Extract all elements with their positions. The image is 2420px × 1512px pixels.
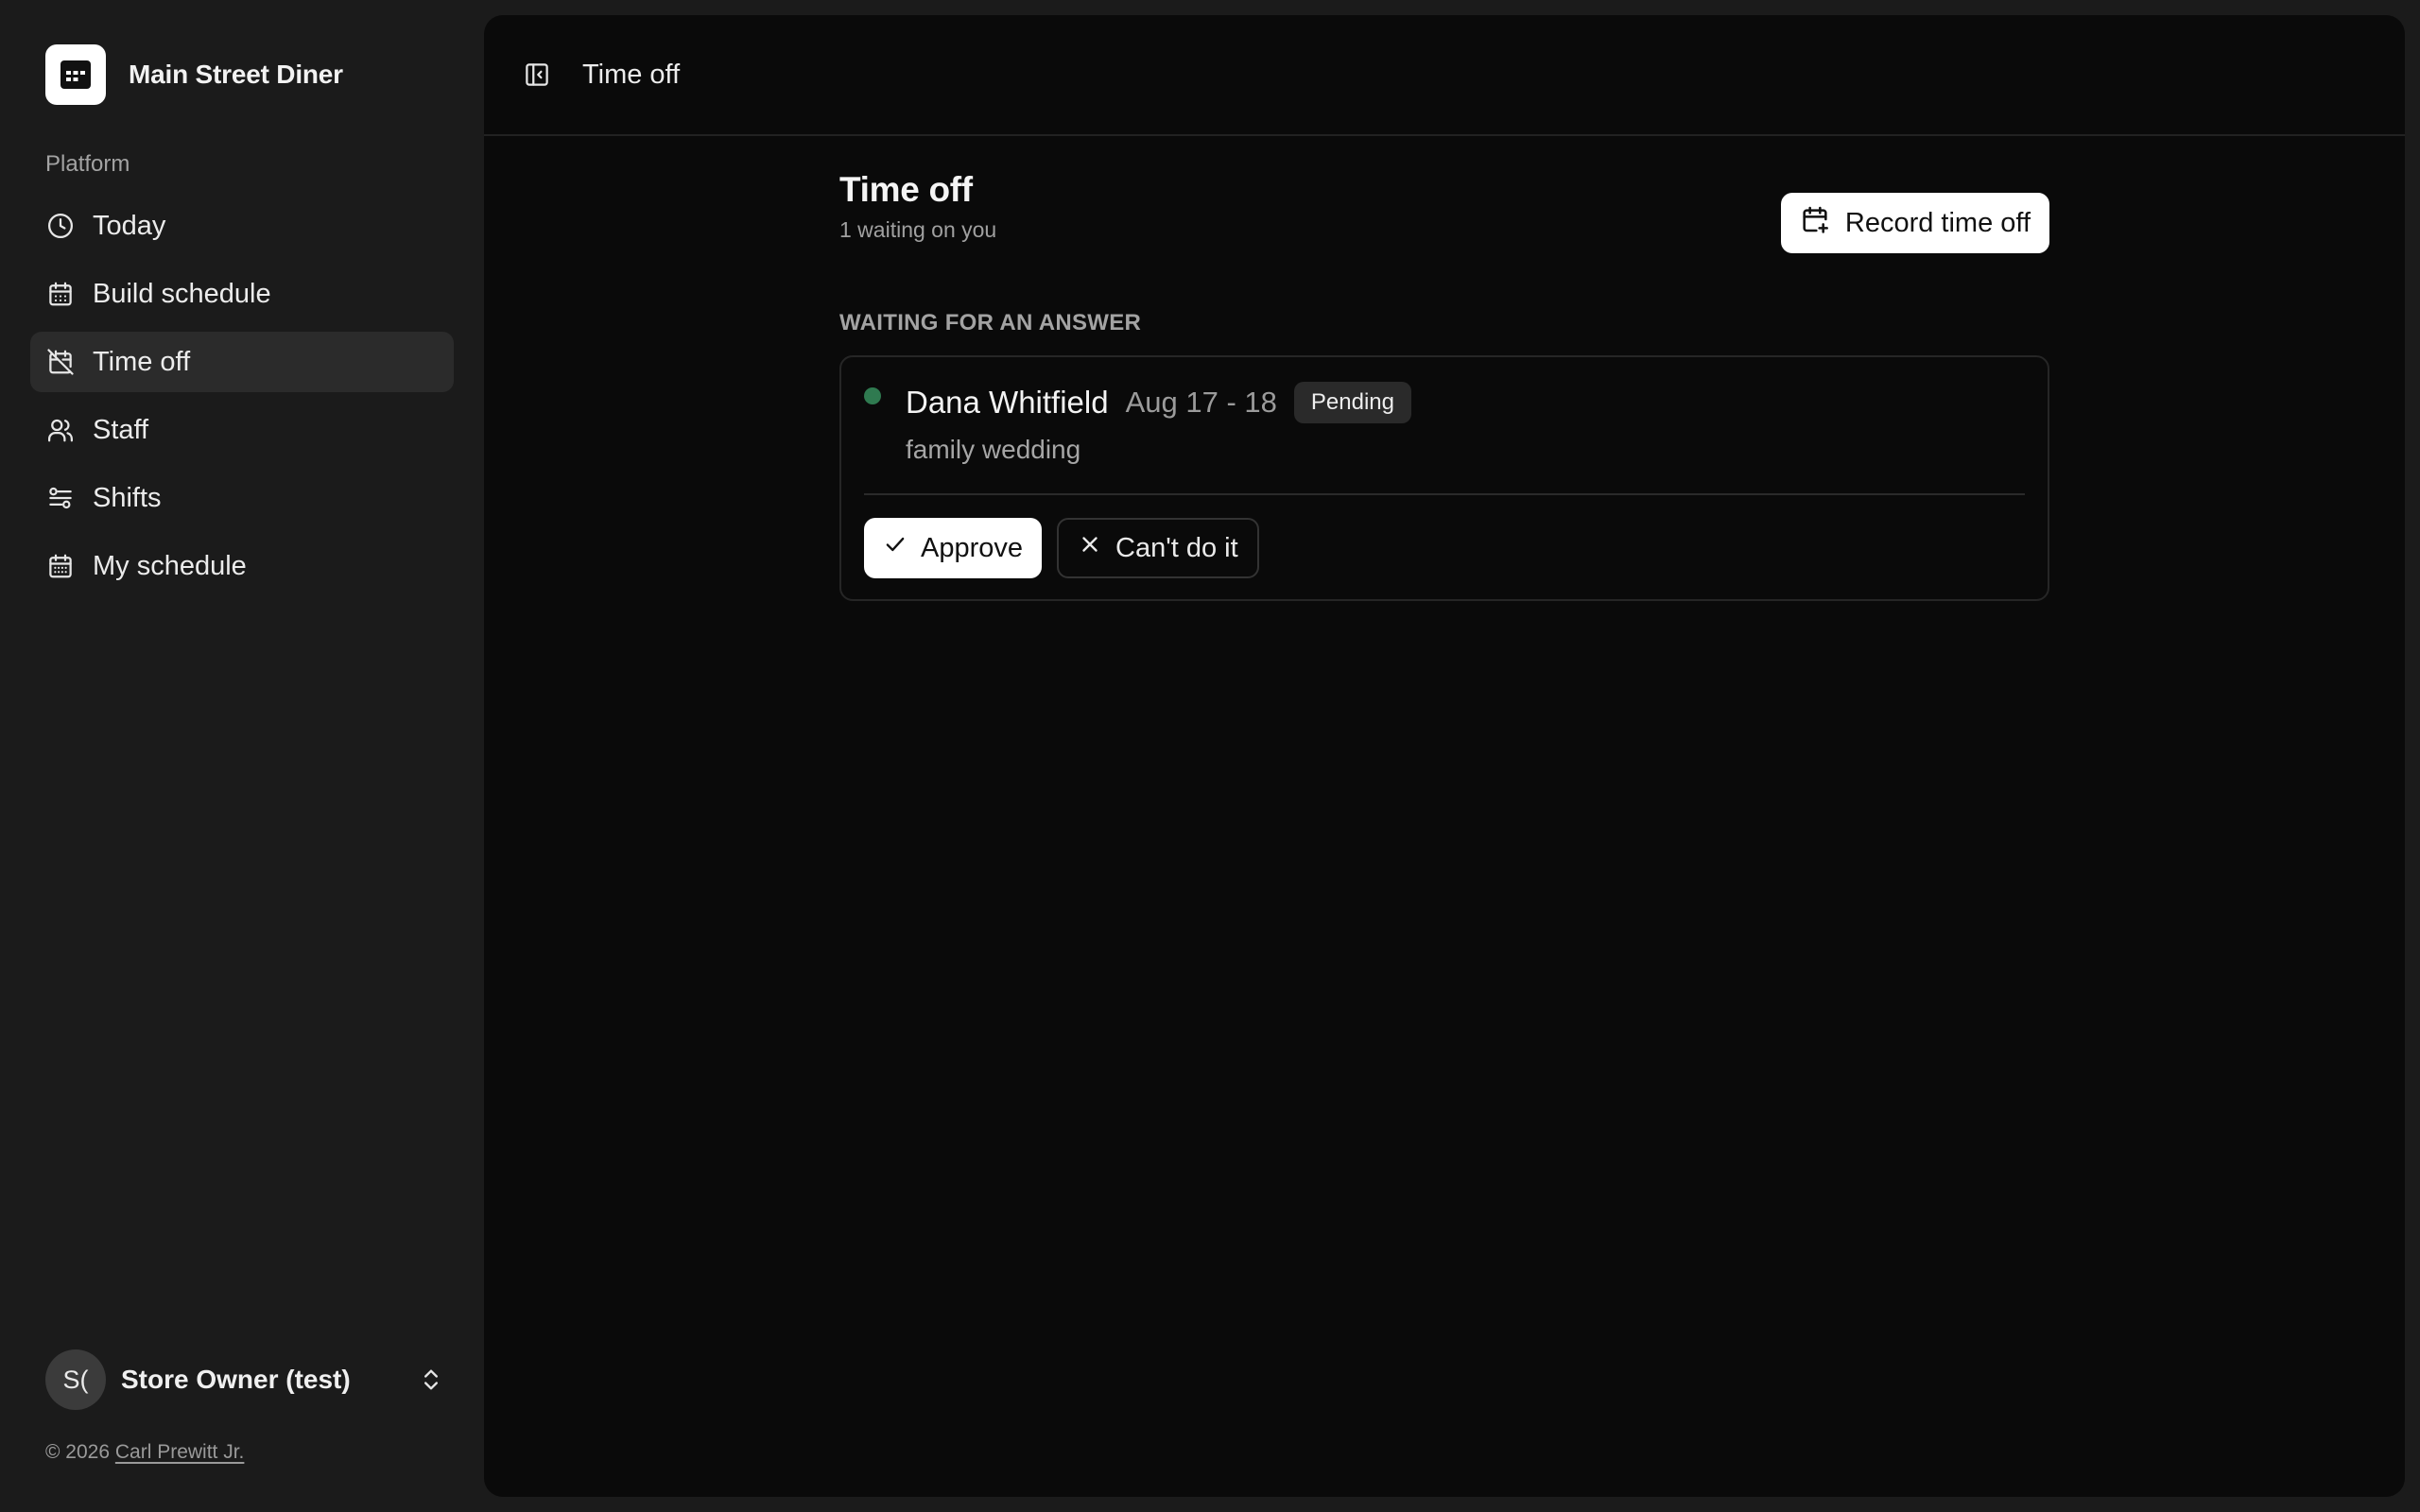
check-icon xyxy=(883,532,908,564)
sidebar-item-today[interactable]: Today xyxy=(30,196,454,256)
sidebar-item-my-schedule[interactable]: My schedule xyxy=(30,536,454,596)
users-icon xyxy=(45,415,76,445)
time-off-content: Time off 1 waiting on you Record time of… xyxy=(839,170,2049,601)
nav-group-label: Platform xyxy=(45,151,130,177)
sidebar-item-label: Shifts xyxy=(93,482,162,513)
record-button-label: Record time off xyxy=(1844,207,2031,238)
brand-name: Main Street Diner xyxy=(129,60,343,89)
sidebar-item-staff[interactable]: Staff xyxy=(30,400,454,460)
status-dot xyxy=(864,387,881,404)
calendar-grid-icon xyxy=(45,44,106,105)
calendar-off-icon xyxy=(45,347,76,377)
app-root: Main Street Diner Platform Today Build s… xyxy=(0,0,2420,1512)
close-icon xyxy=(1078,532,1102,564)
sidebar: Main Street Diner Platform Today Build s… xyxy=(0,0,484,1512)
main-panel: Time off Time off 1 waiting on you Recor… xyxy=(484,15,2405,1497)
time-off-request-card: Dana Whitfield Aug 17 - 18 Pending famil… xyxy=(839,355,2049,601)
status-badge: Pending xyxy=(1293,382,1411,423)
sidebar-item-label: Time off xyxy=(93,346,191,377)
clock-icon xyxy=(45,211,76,241)
topbar-title: Time off xyxy=(582,59,681,90)
approve-label: Approve xyxy=(921,532,1024,563)
divider xyxy=(864,493,2025,495)
calendar-icon xyxy=(45,279,76,309)
employee-name: Dana Whitfield xyxy=(906,385,1109,420)
deny-button[interactable]: Can't do it xyxy=(1057,518,1259,578)
brand[interactable]: Main Street Diner xyxy=(45,44,343,105)
panel-left-icon[interactable] xyxy=(518,56,556,94)
calendar-days-icon xyxy=(45,551,76,581)
calendar-plus-icon xyxy=(1800,204,1830,242)
footer: © 2026 Carl Prewitt Jr. xyxy=(45,1441,244,1464)
record-time-off-button[interactable]: Record time off xyxy=(1780,193,2049,253)
sidebar-nav: Today Build schedule Time off Staff Shif… xyxy=(30,196,454,604)
author-link[interactable]: Carl Prewitt Jr. xyxy=(115,1441,245,1463)
sidebar-item-build-schedule[interactable]: Build schedule xyxy=(30,264,454,324)
section-label: WAITING FOR AN ANSWER xyxy=(839,310,1142,335)
chevrons-up-down-icon xyxy=(416,1365,446,1395)
request-header: Dana Whitfield Aug 17 - 18 Pending xyxy=(906,380,1411,425)
deny-label: Can't do it xyxy=(1115,532,1238,563)
sidebar-item-label: Build schedule xyxy=(93,278,271,309)
sliders-icon xyxy=(45,483,76,513)
user-name: Store Owner (test) xyxy=(121,1365,351,1394)
sidebar-item-label: Today xyxy=(93,210,166,241)
copyright-text: © 2026 xyxy=(45,1441,111,1463)
request-dates: Aug 17 - 18 xyxy=(1125,386,1277,419)
sidebar-item-label: Staff xyxy=(93,414,149,445)
sidebar-item-label: My schedule xyxy=(93,550,247,581)
sidebar-item-time-off[interactable]: Time off xyxy=(30,332,454,392)
topbar: Time off xyxy=(484,15,2405,136)
sidebar-item-shifts[interactable]: Shifts xyxy=(30,468,454,528)
avatar: S( xyxy=(45,1349,106,1410)
request-actions: Approve Can't do it xyxy=(864,518,1259,578)
approve-button[interactable]: Approve xyxy=(864,518,1043,578)
request-reason: family wedding xyxy=(906,435,1081,464)
user-menu-trigger[interactable]: S( Store Owner (test) xyxy=(45,1349,446,1410)
